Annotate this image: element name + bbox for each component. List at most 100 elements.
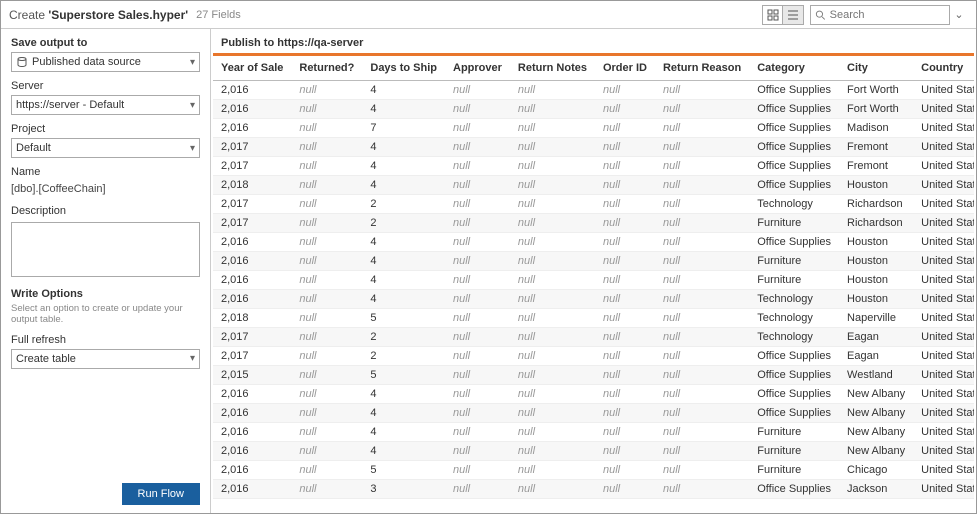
table-row[interactable]: 2,016null5nullnullnullnullFurnitureChica… xyxy=(213,461,974,480)
header-title: Create 'Superstore Sales.hyper' xyxy=(9,8,188,22)
server-dropdown[interactable]: https://server - Default ▾ xyxy=(11,95,200,115)
table-cell: null xyxy=(655,404,749,423)
table-row[interactable]: 2,016null4nullnullnullnullOffice Supplie… xyxy=(213,385,974,404)
table-cell: 4 xyxy=(362,423,445,442)
table-cell: 4 xyxy=(362,290,445,309)
server-label: Server xyxy=(11,80,200,92)
table-row[interactable]: 2,016null4nullnullnullnullFurnitureHoust… xyxy=(213,271,974,290)
table-cell: null xyxy=(595,366,655,385)
column-header[interactable]: Return Reason xyxy=(655,56,749,81)
table-cell: null xyxy=(595,309,655,328)
table-cell: Furniture xyxy=(749,214,839,233)
table-row[interactable]: 2,016null4nullnullnullnullOffice Supplie… xyxy=(213,233,974,252)
table-cell: null xyxy=(655,423,749,442)
table-cell: null xyxy=(291,385,362,404)
project-label: Project xyxy=(11,123,200,135)
table-cell: Technology xyxy=(749,290,839,309)
table-cell: null xyxy=(655,328,749,347)
table-cell: null xyxy=(510,309,595,328)
table-cell: null xyxy=(291,138,362,157)
table-cell: 2 xyxy=(362,328,445,347)
table-row[interactable]: 2,017null4nullnullnullnullOffice Supplie… xyxy=(213,138,974,157)
table-cell: null xyxy=(510,119,595,138)
table-cell: null xyxy=(595,138,655,157)
search-field[interactable] xyxy=(810,5,950,25)
table-cell: null xyxy=(291,119,362,138)
table-cell: null xyxy=(655,138,749,157)
column-header[interactable]: Country xyxy=(913,56,974,81)
column-header[interactable]: Approver xyxy=(445,56,510,81)
table-cell: United States xyxy=(913,480,974,499)
table-cell: United States xyxy=(913,366,974,385)
column-header[interactable]: City xyxy=(839,56,913,81)
search-input[interactable] xyxy=(830,9,945,21)
table-cell: United States xyxy=(913,119,974,138)
table-cell: null xyxy=(510,404,595,423)
table-cell: null xyxy=(510,442,595,461)
table-row[interactable]: 2,017null2nullnullnullnullTechnologyEaga… xyxy=(213,328,974,347)
table-row[interactable]: 2,016null4nullnullnullnullFurnitureNew A… xyxy=(213,442,974,461)
save-output-dropdown[interactable]: Published data source ▾ xyxy=(11,52,200,72)
table-row[interactable]: 2,016null3nullnullnullnullOffice Supplie… xyxy=(213,480,974,499)
table-row[interactable]: 2,016null7nullnullnullnullOffice Supplie… xyxy=(213,119,974,138)
table-cell: null xyxy=(291,366,362,385)
column-header[interactable]: Days to Ship xyxy=(362,56,445,81)
run-flow-button[interactable]: Run Flow xyxy=(122,483,200,505)
table-row[interactable]: 2,016null4nullnullnullnullFurnitureHoust… xyxy=(213,252,974,271)
collapse-icon[interactable]: ⌄ xyxy=(950,8,968,21)
table-row[interactable]: 2,017null2nullnullnullnullTechnologyRich… xyxy=(213,195,974,214)
table-cell: null xyxy=(595,252,655,271)
table-cell: null xyxy=(510,252,595,271)
table-row[interactable]: 2,016null4nullnullnullnullOffice Supplie… xyxy=(213,100,974,119)
table-cell: null xyxy=(510,385,595,404)
project-dropdown[interactable]: Default ▾ xyxy=(11,138,200,158)
table-row[interactable]: 2,018null5nullnullnullnullTechnologyNape… xyxy=(213,309,974,328)
table-cell: 2,016 xyxy=(213,404,291,423)
table-cell: Office Supplies xyxy=(749,176,839,195)
table-cell: 2,015 xyxy=(213,366,291,385)
table-cell: null xyxy=(291,480,362,499)
table-cell: 2,016 xyxy=(213,233,291,252)
table-row[interactable]: 2,016null4nullnullnullnullTechnologyHous… xyxy=(213,290,974,309)
main-panel: Publish to https://qa-server Year of Sal… xyxy=(211,29,976,513)
table-row[interactable]: 2,017null2nullnullnullnullOffice Supplie… xyxy=(213,347,974,366)
description-textarea[interactable] xyxy=(11,222,200,277)
grid-icon xyxy=(767,9,779,21)
column-header[interactable]: Order ID xyxy=(595,56,655,81)
table-cell: null xyxy=(655,176,749,195)
table-row[interactable]: 2,016null4nullnullnullnullOffice Supplie… xyxy=(213,81,974,100)
table-cell: 4 xyxy=(362,100,445,119)
table-cell: 4 xyxy=(362,442,445,461)
table-cell: Technology xyxy=(749,309,839,328)
table-row[interactable]: 2,016null4nullnullnullnullFurnitureNew A… xyxy=(213,423,974,442)
table-cell: null xyxy=(445,195,510,214)
table-cell: null xyxy=(291,252,362,271)
publish-target-label: Publish to https://qa-server xyxy=(211,29,976,53)
table-row[interactable]: 2,017null2nullnullnullnullFurnitureRicha… xyxy=(213,214,974,233)
table-row[interactable]: 2,015null5nullnullnullnullOffice Supplie… xyxy=(213,366,974,385)
table-row[interactable]: 2,016null4nullnullnullnullOffice Supplie… xyxy=(213,404,974,423)
table-cell: Fremont xyxy=(839,157,913,176)
list-view-button[interactable] xyxy=(783,6,803,24)
column-header[interactable]: Return Notes xyxy=(510,56,595,81)
table-row[interactable]: 2,018null4nullnullnullnullOffice Supplie… xyxy=(213,176,974,195)
table-cell: Fort Worth xyxy=(839,81,913,100)
column-header[interactable]: Category xyxy=(749,56,839,81)
table-cell: null xyxy=(655,271,749,290)
column-header[interactable]: Year of Sale xyxy=(213,56,291,81)
grid-view-button[interactable] xyxy=(763,6,783,24)
data-table-scroll[interactable]: Year of SaleReturned?Days to ShipApprove… xyxy=(213,56,974,511)
table-cell: Furniture xyxy=(749,271,839,290)
full-refresh-dropdown[interactable]: Create table ▾ xyxy=(11,349,200,369)
table-cell: 2,016 xyxy=(213,480,291,499)
column-header[interactable]: Returned? xyxy=(291,56,362,81)
table-cell: 2 xyxy=(362,347,445,366)
table-cell: 5 xyxy=(362,309,445,328)
table-cell: United States xyxy=(913,195,974,214)
table-cell: null xyxy=(510,138,595,157)
table-cell: 4 xyxy=(362,233,445,252)
table-cell: null xyxy=(510,233,595,252)
table-row[interactable]: 2,017null4nullnullnullnullOffice Supplie… xyxy=(213,157,974,176)
table-cell: 2,017 xyxy=(213,195,291,214)
table-cell: United States xyxy=(913,271,974,290)
